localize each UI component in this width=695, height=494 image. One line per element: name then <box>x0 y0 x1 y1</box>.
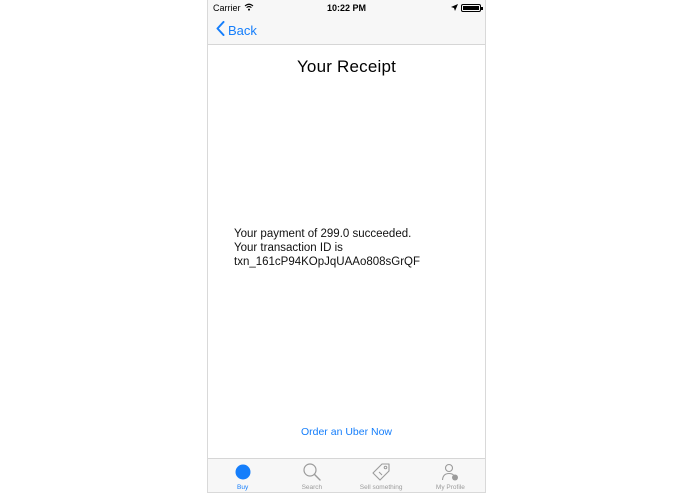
tab-label: Sell something <box>359 484 403 491</box>
status-right <box>451 3 483 13</box>
back-button-label: Back <box>228 22 257 38</box>
status-time: 10:22 PM <box>326 3 367 13</box>
screenshot-canvas: Carrier 10:22 PM Back Your Receipt Your … <box>0 0 695 494</box>
page-title: Your Receipt <box>296 57 397 76</box>
tab-search[interactable]: Search <box>277 459 346 492</box>
battery-level <box>463 6 479 10</box>
tab-label: My Profile <box>435 484 465 491</box>
navigation-bar: Back <box>208 18 485 45</box>
chevron-left-icon <box>216 21 228 39</box>
back-button[interactable]: Back <box>216 21 257 39</box>
transaction-id-value: txn_161cP94KOpJqUAAo808sGrQF <box>234 256 421 268</box>
tab-bar: Buy Search Sell something My Profile <box>208 458 485 492</box>
battery-icon <box>461 4 483 12</box>
status-bar: Carrier 10:22 PM <box>208 0 485 18</box>
location-arrow-icon <box>451 3 458 13</box>
profile-icon <box>439 462 461 482</box>
transaction-id-label: Your transaction ID is <box>234 242 343 254</box>
tab-my-profile[interactable]: My Profile <box>416 459 485 492</box>
phone-screen: Carrier 10:22 PM Back Your Receipt Your … <box>207 0 486 493</box>
search-icon <box>301 462 323 482</box>
tab-sell-something[interactable]: Sell something <box>347 459 416 492</box>
tab-label: Buy <box>237 484 249 491</box>
tab-buy[interactable]: Buy <box>208 459 277 492</box>
circle-icon <box>232 462 254 482</box>
tag-icon <box>370 462 392 482</box>
tab-label: Search <box>301 484 323 491</box>
receipt-message: Your payment of 299.0 succeeded. Your tr… <box>234 227 420 269</box>
payment-status-text: Your payment of 299.0 succeeded. <box>234 228 412 240</box>
order-uber-link[interactable]: Order an Uber Now <box>208 426 485 438</box>
